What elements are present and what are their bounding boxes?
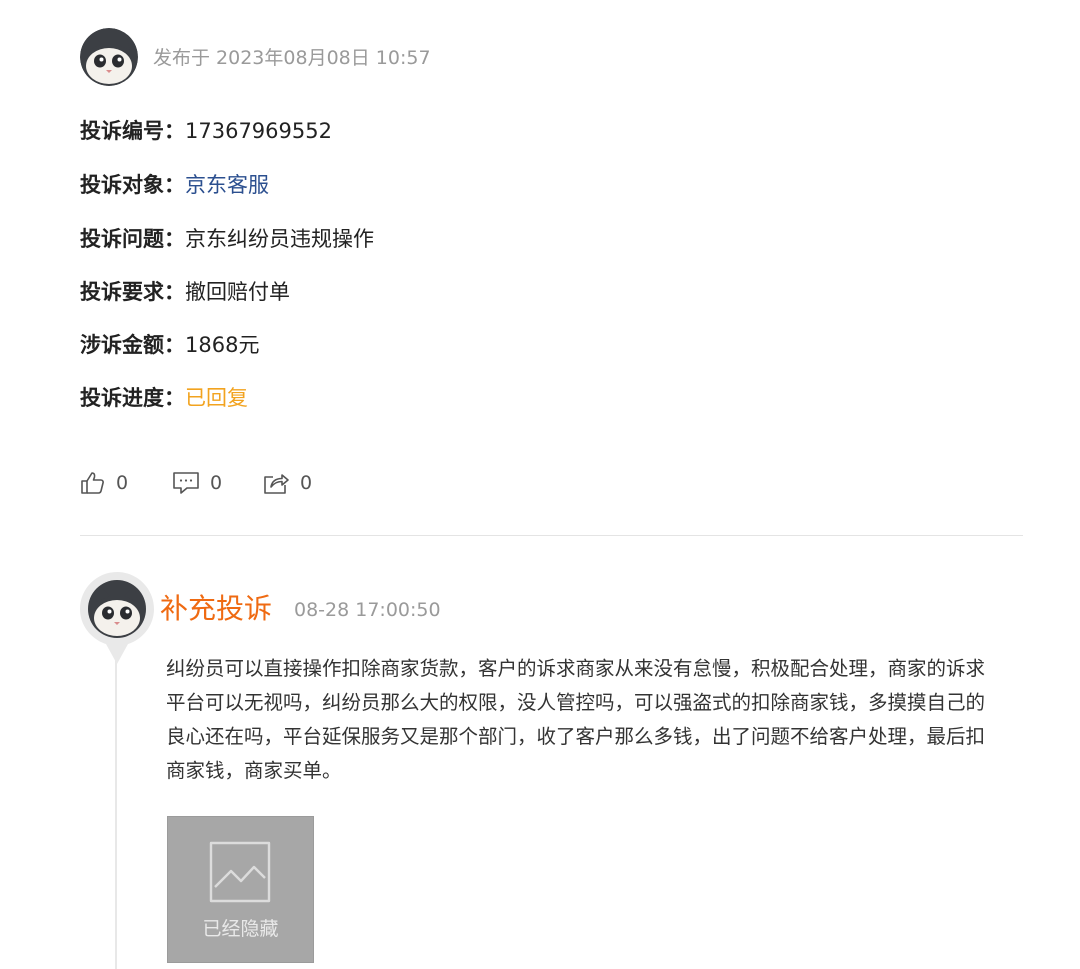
complaint-progress-label: 投诉进度：	[80, 386, 185, 410]
complaint-issue-value: 京东纠纷员违规操作	[185, 227, 374, 251]
author-avatar[interactable]	[80, 28, 138, 86]
complaint-number-value: 17367969552	[185, 119, 332, 143]
complaint-target-link[interactable]: 京东客服	[185, 173, 269, 197]
complaint-progress-status: 已回复	[185, 386, 248, 410]
complaint-number-label: 投诉编号：	[80, 119, 185, 143]
complaint-issue-label: 投诉问题：	[80, 227, 185, 251]
complaint-target-label: 投诉对象：	[80, 173, 185, 197]
comment-count: 0	[210, 472, 223, 494]
hidden-image-placeholder[interactable]: 已经隐藏	[167, 816, 314, 963]
thumbs-up-icon	[80, 470, 116, 496]
comment-icon	[172, 470, 210, 496]
comment-button[interactable]: 0	[172, 468, 222, 498]
complaint-amount-value: 1868元	[185, 333, 260, 357]
like-count: 0	[116, 472, 129, 494]
timeline-line	[115, 655, 117, 969]
share-button[interactable]: 0	[262, 468, 312, 498]
complaint-amount-label: 涉诉金额：	[80, 333, 185, 357]
section-divider	[80, 535, 1023, 536]
complaint-demand-value: 撤回赔付单	[185, 280, 290, 304]
complaint-amount-field: 涉诉金额：1868元	[80, 330, 259, 360]
share-count: 0	[300, 472, 313, 494]
post-date: 发布于 2023年08月08日 10:57	[153, 47, 431, 69]
supplement-time: 08-28 17:00:50	[294, 599, 441, 621]
complaint-progress-field: 投诉进度：已回复	[80, 383, 248, 413]
hidden-image-label: 已经隐藏	[202, 918, 279, 940]
share-icon	[262, 470, 300, 496]
complaint-demand-label: 投诉要求：	[80, 280, 185, 304]
supplement-title: 补充投诉	[160, 592, 273, 625]
supplement-avatar	[80, 572, 154, 664]
complaint-demand-field: 投诉要求：撤回赔付单	[80, 277, 290, 307]
complaint-number-field: 投诉编号：17367969552	[80, 116, 332, 146]
complaint-issue-field: 投诉问题：京东纠纷员违规操作	[80, 224, 374, 254]
like-button[interactable]: 0	[80, 468, 128, 498]
supplement-body: 纠纷员可以直接操作扣除商家货款，客户的诉求商家从来没有怠慢，积极配合处理，商家的…	[166, 657, 986, 782]
complaint-target-field: 投诉对象：京东客服	[80, 170, 269, 200]
